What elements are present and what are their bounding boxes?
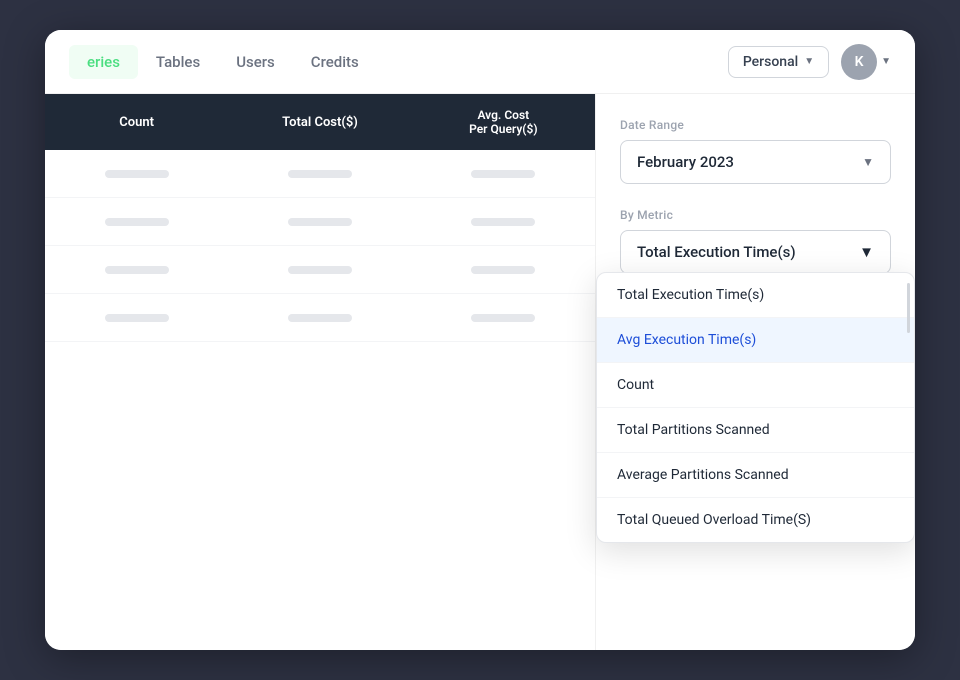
cell-placeholder — [471, 218, 535, 226]
nav-right: Personal ▼ K ▼ — [728, 44, 891, 80]
table-header: Count Total Cost($) Avg. CostPer Query($… — [45, 94, 595, 150]
col-count: Count — [45, 115, 228, 130]
table-body — [45, 150, 595, 650]
content-area: Count Total Cost($) Avg. CostPer Query($… — [45, 94, 915, 650]
cell-placeholder — [288, 314, 352, 322]
cell-placeholder — [105, 218, 169, 226]
metric-option-total-queued[interactable]: Total Queued Overload Time(S) — [597, 498, 914, 542]
cell-placeholder — [288, 218, 352, 226]
tab-users[interactable]: Users — [218, 45, 293, 79]
cell-placeholder — [288, 266, 352, 274]
metric-option-avg-execution[interactable]: Avg Execution Time(s) — [597, 318, 914, 363]
metric-value: Total Execution Time(s) — [637, 243, 796, 261]
metric-dropdown[interactable]: Total Execution Time(s) ▼ — [620, 230, 891, 274]
table-row — [45, 246, 595, 294]
date-range-label: Date Range — [620, 118, 891, 132]
tab-credits[interactable]: Credits — [293, 45, 377, 79]
cell-placeholder — [471, 266, 535, 274]
cell — [45, 314, 228, 322]
metric-option-count[interactable]: Count — [597, 363, 914, 408]
tab-tables[interactable]: Tables — [138, 45, 218, 79]
metric-dropdown-popup: Total Execution Time(s) Avg Execution Ti… — [596, 272, 915, 543]
date-range-value: February 2023 — [637, 153, 734, 171]
cell-placeholder — [105, 266, 169, 274]
personal-label: Personal — [743, 54, 798, 70]
table-row — [45, 294, 595, 342]
cell-placeholder — [288, 170, 352, 178]
main-card: eries Tables Users Credits Personal ▼ K … — [45, 30, 915, 650]
metric-option-total-execution[interactable]: Total Execution Time(s) — [597, 273, 914, 318]
cell — [412, 218, 595, 226]
cell-placeholder — [105, 170, 169, 178]
cell — [228, 218, 411, 226]
cell — [45, 218, 228, 226]
cell — [45, 170, 228, 178]
right-panel: Date Range February 2023 ▼ By Metric Tot… — [595, 94, 915, 650]
col-avg-cost: Avg. CostPer Query($) — [412, 108, 595, 136]
left-panel: Count Total Cost($) Avg. CostPer Query($… — [45, 94, 595, 650]
avatar-arrow-icon: ▼ — [881, 56, 891, 67]
by-metric-label: By Metric — [620, 208, 891, 222]
metric-arrow-icon: ▼ — [859, 243, 874, 261]
metric-option-total-partitions[interactable]: Total Partitions Scanned — [597, 408, 914, 453]
col-total-cost: Total Cost($) — [228, 115, 411, 130]
cell-placeholder — [105, 314, 169, 322]
cell — [228, 170, 411, 178]
personal-dropdown[interactable]: Personal ▼ — [728, 46, 829, 78]
cell-placeholder — [471, 170, 535, 178]
date-range-arrow-icon: ▼ — [862, 155, 874, 169]
cell-placeholder — [471, 314, 535, 322]
cell — [45, 266, 228, 274]
top-nav: eries Tables Users Credits Personal ▼ K … — [45, 30, 915, 94]
table-row — [45, 150, 595, 198]
avatar-initial: K — [855, 54, 864, 70]
cell — [228, 266, 411, 274]
personal-arrow-icon: ▼ — [804, 56, 814, 67]
cell — [412, 266, 595, 274]
cell — [412, 314, 595, 322]
avatar-wrapper[interactable]: K ▼ — [841, 44, 891, 80]
table-row — [45, 198, 595, 246]
date-range-dropdown[interactable]: February 2023 ▼ — [620, 140, 891, 184]
cell — [412, 170, 595, 178]
avatar[interactable]: K — [841, 44, 877, 80]
metric-option-avg-partitions[interactable]: Average Partitions Scanned — [597, 453, 914, 498]
nav-tabs: eries Tables Users Credits — [69, 45, 728, 79]
cell — [228, 314, 411, 322]
tab-queries[interactable]: eries — [69, 45, 138, 79]
